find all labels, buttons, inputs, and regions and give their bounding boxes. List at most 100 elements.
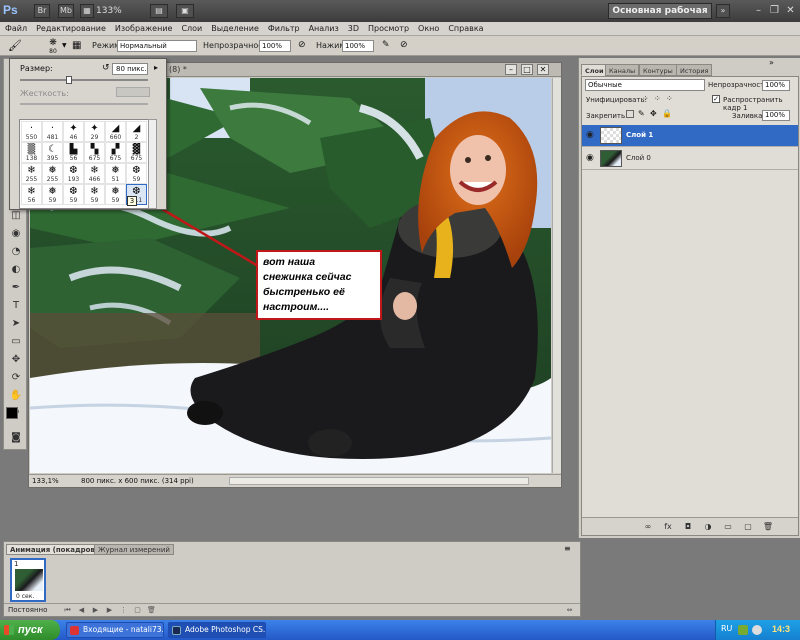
brush-tool-icon[interactable]: 🖌 <box>8 39 30 53</box>
lock-position-icon[interactable]: ✥ <box>650 109 657 118</box>
delete-layer-icon[interactable]: 🗑 <box>762 521 774 533</box>
tray-app-icon[interactable] <box>738 625 748 635</box>
taskbar-item-mail[interactable]: Входящие - natali73... <box>66 622 164 638</box>
unify-position-icon[interactable]: ⁘ <box>642 94 649 103</box>
play-icon[interactable]: ▶ <box>90 605 101 615</box>
menu-item[interactable]: Слои <box>181 22 202 36</box>
document-horizontal-scrollbar[interactable] <box>229 477 529 485</box>
menu-item[interactable]: Изображение <box>115 22 173 36</box>
bridge-button[interactable]: Br <box>34 4 50 18</box>
tween-icon[interactable]: ⋮ <box>118 605 129 615</box>
layer-mask-icon[interactable]: ◘ <box>682 521 694 533</box>
brush-preset[interactable]: ❆ 193 <box>63 163 84 184</box>
menu-item[interactable]: 3D <box>348 22 359 36</box>
dodge-tool-icon[interactable]: ◐ <box>8 263 24 277</box>
layer-style-icon[interactable]: fx <box>662 521 674 533</box>
workspace-button[interactable]: Основная рабочая среда <box>608 3 712 30</box>
layer-row-1[interactable]: ◉ Слой 1 <box>582 125 798 147</box>
document-vertical-scrollbar[interactable] <box>552 78 561 473</box>
frame-delay[interactable]: 0 сек. <box>16 593 34 600</box>
minimize-icon[interactable]: – <box>752 4 765 17</box>
brush-preset[interactable]: ❄ 56 <box>21 184 42 205</box>
visibility-eye-icon[interactable]: ◉ <box>586 153 596 163</box>
brush-preset[interactable]: ❆ 59 <box>63 184 84 205</box>
restore-icon[interactable]: ❐ <box>768 4 781 17</box>
workspace-menu-icon[interactable]: » <box>716 4 730 18</box>
taskbar-item-photoshop[interactable]: Adobe Photoshop CS... <box>168 622 266 638</box>
lock-pixels-icon[interactable]: ✎ <box>638 109 645 118</box>
brush-preset[interactable]: ▚ 675 <box>84 142 105 163</box>
lock-transparency-icon[interactable] <box>626 110 634 118</box>
brush-preset[interactable]: · 481 <box>42 121 63 142</box>
shape-tool-icon[interactable]: ▭ <box>8 335 24 349</box>
3d-orbit-tool-icon[interactable]: ⟳ <box>8 371 24 385</box>
doc-close-icon[interactable]: ✕ <box>537 64 549 75</box>
tab-layers[interactable]: Слои <box>581 64 608 76</box>
screen-mode-button[interactable]: ▣ <box>176 4 194 18</box>
unify-style-icon[interactable]: ⁘ <box>666 94 673 103</box>
path-selection-tool-icon[interactable]: ➤ <box>8 317 24 331</box>
next-frame-icon[interactable]: ▶ <box>104 605 115 615</box>
brush-preset[interactable]: ▞ 675 <box>105 142 126 163</box>
brush-preset[interactable]: ❅ 59 <box>42 184 63 205</box>
menu-item[interactable]: Файл <box>5 22 27 36</box>
propagate-checkbox[interactable]: ✓ <box>712 95 720 103</box>
brush-preset[interactable]: ◢ 660 <box>105 121 126 142</box>
start-button[interactable]: пуск <box>0 620 60 640</box>
prev-frame-icon[interactable]: ◀ <box>76 605 87 615</box>
timeline-convert-icon[interactable]: ⇔ <box>564 605 575 615</box>
duplicate-frame-icon[interactable]: ▢ <box>132 605 143 615</box>
brush-preview-icon[interactable]: ❋ <box>46 38 60 48</box>
new-layer-icon[interactable]: ▢ <box>742 521 754 533</box>
minibridge-button[interactable]: Mb <box>58 4 74 18</box>
brush-panel-icon[interactable]: ▦ <box>72 39 86 53</box>
new-group-icon[interactable]: ▭ <box>722 521 734 533</box>
blend-mode-select[interactable]: Обычные <box>585 79 705 91</box>
quick-mask-icon[interactable]: ◙ <box>8 431 24 445</box>
fill-field[interactable]: 100% <box>762 110 790 121</box>
menu-item[interactable]: Окно <box>418 22 439 36</box>
clock[interactable]: 14:3 <box>772 624 790 634</box>
delete-frame-icon[interactable]: 🗑 <box>146 605 157 615</box>
status-zoom[interactable]: 133,1% <box>32 477 59 485</box>
link-layers-icon[interactable]: ∞ <box>642 521 654 533</box>
doc-minimize-icon[interactable]: – <box>505 64 517 75</box>
language-indicator[interactable]: RU <box>721 624 732 633</box>
brush-preset[interactable]: ❄ 255 <box>21 163 42 184</box>
brush-preset[interactable]: ☾ 395 <box>42 142 63 163</box>
airbrush-icon[interactable]: ✎ <box>382 40 394 52</box>
brush-size-slider[interactable] <box>20 76 148 84</box>
animation-frame-1[interactable]: 1 0 сек. <box>10 558 46 602</box>
3d-rotate-tool-icon[interactable]: ✥ <box>8 353 24 367</box>
brush-preset[interactable]: ❆ 59 <box>126 163 147 184</box>
first-frame-icon[interactable]: ⏮ <box>62 605 73 615</box>
picker-menu-icon[interactable]: ▸ <box>154 63 158 72</box>
menu-item[interactable]: Редактирование <box>36 22 106 36</box>
paint-bucket-tool-icon[interactable]: ◉ <box>8 227 24 241</box>
hand-tool-icon[interactable]: ✋ <box>8 389 24 403</box>
close-icon[interactable]: ✕ <box>784 4 797 17</box>
menu-item[interactable]: Анализ <box>309 22 339 36</box>
brush-preset[interactable]: ◢ 2 <box>126 121 147 142</box>
tab-history[interactable]: История <box>676 64 713 76</box>
brush-grid-scrollbar[interactable] <box>148 119 157 209</box>
mode-select[interactable]: Нормальный <box>117 40 197 52</box>
brush-preset[interactable]: ❅ 255 <box>42 163 63 184</box>
layer-opacity-field[interactable]: 100% <box>762 80 790 91</box>
brush-size-slider-handle[interactable] <box>65 76 72 84</box>
unify-visibility-icon[interactable]: ⁘ <box>654 94 661 103</box>
foreground-color-swatch[interactable] <box>6 407 18 419</box>
arrange-docs-button[interactable]: ▤ <box>150 4 168 18</box>
adjustment-layer-icon[interactable]: ◑ <box>702 521 714 533</box>
brush-preset[interactable]: ❅ 51 <box>105 163 126 184</box>
tablet-opacity-icon[interactable]: ⊘ <box>298 40 310 52</box>
menu-item[interactable]: Справка <box>448 22 483 36</box>
menu-item[interactable]: Фильтр <box>268 22 300 36</box>
loop-select[interactable]: Постоянно <box>8 606 47 614</box>
animation-panel-menu-icon[interactable]: ≡ <box>564 544 571 553</box>
blur-tool-icon[interactable]: ◔ <box>8 245 24 259</box>
menu-item[interactable]: Просмотр <box>368 22 409 36</box>
brush-preset[interactable]: · 550 <box>21 121 42 142</box>
reset-size-icon[interactable]: ↺ <box>102 63 110 73</box>
brush-preset[interactable]: ✦ 46 <box>63 121 84 142</box>
